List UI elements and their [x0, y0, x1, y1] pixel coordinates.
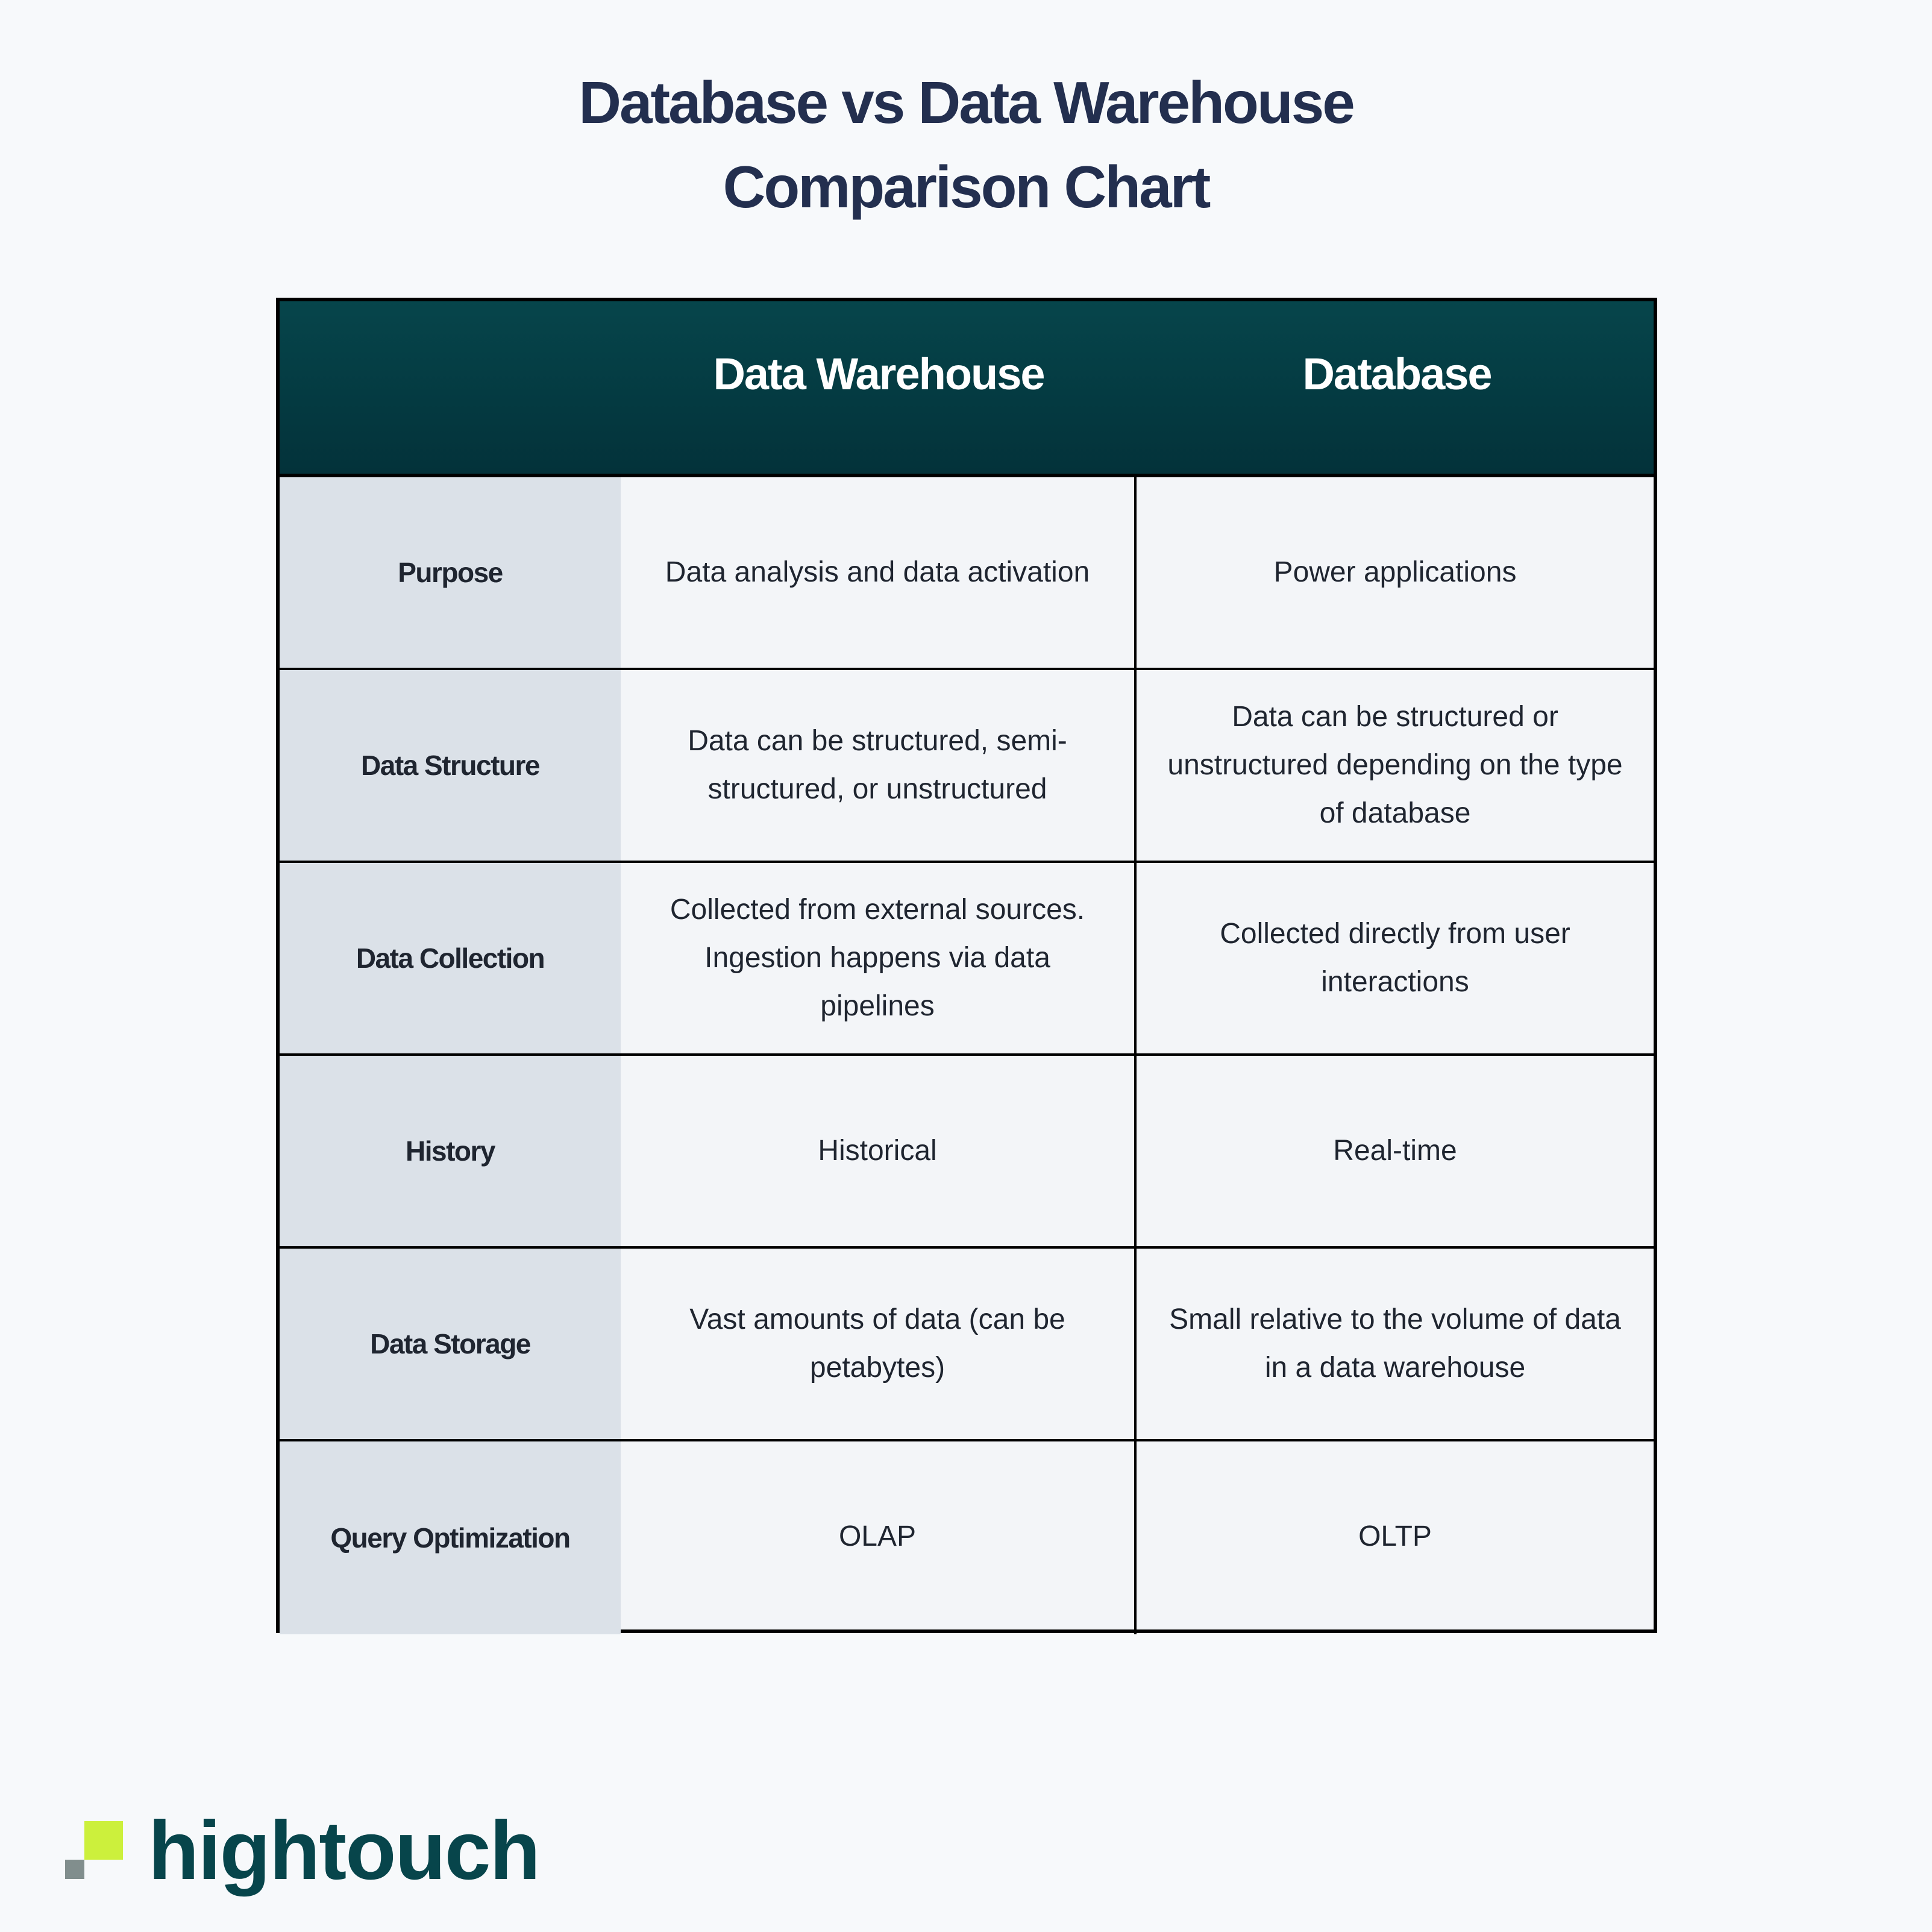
database-cell: Small relative to the volume of data in …: [1169, 1303, 1621, 1384]
data-warehouse-cell: OLAP: [621, 1441, 1137, 1634]
table-row-data-structure: Data Structure Data can be structured, s…: [280, 670, 1654, 863]
table-row-data-collection: Data Collection Collected from external …: [280, 863, 1654, 1056]
database-cell: Data can be structured or unstructured d…: [1167, 701, 1623, 829]
page-title-line-1: Database vs Data Warehouse: [579, 69, 1355, 136]
hightouch-logo: hightouch: [65, 1796, 541, 1892]
table-row-data-storage: Data Storage Vast amounts of data (can b…: [280, 1249, 1654, 1441]
page-title: Database vs Data Warehouse Comparison Ch…: [0, 60, 1932, 229]
data-warehouse-cell: Data can be structured, semi-structured,…: [621, 670, 1137, 861]
row-label: Data Structure: [280, 670, 621, 861]
database-cell: Real-time: [1333, 1135, 1457, 1167]
database-cell: Power applications: [1273, 556, 1517, 588]
data-warehouse-cell: Data analysis and data activation: [621, 477, 1137, 668]
data-warehouse-cell: Vast amounts of data (can be petabytes): [621, 1249, 1137, 1439]
data-warehouse-cell: Historical: [621, 1056, 1137, 1246]
column-header-data-warehouse: Data Warehouse: [713, 348, 1045, 399]
row-label: Purpose: [280, 477, 621, 668]
table-row-purpose: Purpose Data analysis and data activatio…: [280, 477, 1654, 670]
table-header: Data Warehouse Database: [280, 301, 1654, 477]
table-row-history: History Historical Real-time: [280, 1056, 1654, 1249]
comparison-table: Data Warehouse Database Purpose Data ana…: [276, 298, 1657, 1634]
column-header-database: Database: [1302, 348, 1492, 399]
row-label: Query Optimization: [280, 1441, 621, 1634]
logo-lime-square: [84, 1821, 123, 1860]
database-cell: Collected directly from user interaction…: [1220, 918, 1570, 998]
hightouch-logo-mark-icon: [65, 1821, 123, 1879]
row-label: Data Storage: [280, 1249, 621, 1439]
row-label: History: [280, 1056, 621, 1246]
table-row-query-optimization: Query Optimization OLAP OLTP: [280, 1441, 1654, 1634]
page-title-line-2: Comparison Chart: [723, 154, 1211, 220]
logo-gray-square: [65, 1860, 84, 1879]
data-warehouse-cell: Collected from external sources. Ingesti…: [621, 863, 1137, 1053]
row-label: Data Collection: [280, 863, 621, 1053]
brand-wordmark: hightouch: [148, 1804, 541, 1897]
database-cell: OLTP: [1358, 1520, 1432, 1552]
